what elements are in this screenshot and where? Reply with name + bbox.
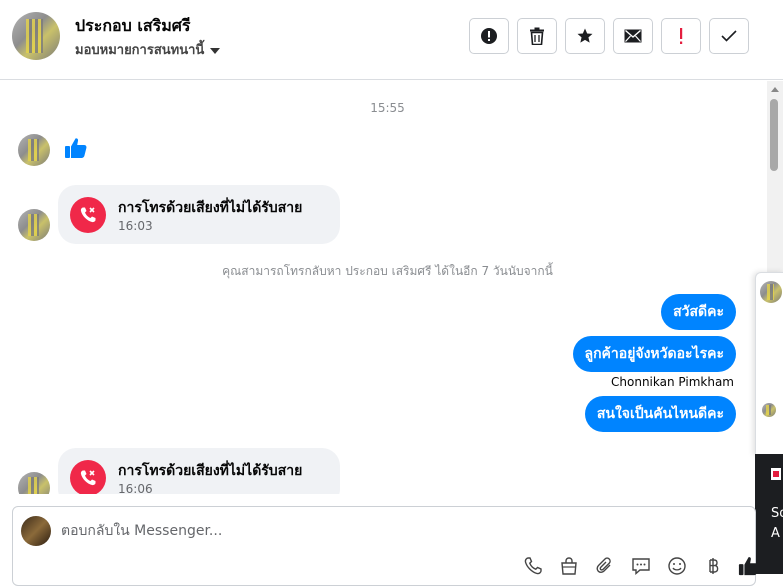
message-composer bbox=[12, 506, 759, 586]
panel-avatar-small[interactable] bbox=[762, 403, 776, 417]
missed-call-bubble[interactable]: การโทรด้วยเสียงที่ไม่ได้รับสาย 16:06 bbox=[58, 448, 340, 494]
side-panel-text: So bbox=[771, 506, 783, 521]
exclamation-icon bbox=[680, 28, 683, 44]
contact-avatar-small[interactable] bbox=[18, 209, 50, 241]
alert-circle-icon bbox=[481, 28, 497, 44]
envelope-icon bbox=[624, 29, 642, 43]
paperclip-icon[interactable] bbox=[593, 554, 617, 578]
follow-up-button[interactable] bbox=[661, 18, 701, 54]
missed-call-icon bbox=[70, 197, 106, 233]
contact-avatar-small[interactable] bbox=[18, 472, 50, 494]
thumbs-up-message bbox=[64, 136, 88, 164]
star-button[interactable] bbox=[565, 18, 605, 54]
outgoing-message[interactable]: สวัสดีคะ bbox=[661, 294, 736, 330]
contact-avatar[interactable] bbox=[12, 12, 60, 60]
phone-icon[interactable] bbox=[521, 554, 545, 578]
conversation-toolbar bbox=[469, 18, 749, 54]
mark-spam-button[interactable] bbox=[469, 18, 509, 54]
missed-call-bubble[interactable]: การโทรด้วยเสียงที่ไม่ได้รับสาย 16:03 bbox=[58, 185, 340, 244]
baht-icon[interactable] bbox=[701, 554, 725, 578]
reply-input[interactable] bbox=[61, 521, 661, 541]
saved-reply-icon[interactable] bbox=[629, 554, 653, 578]
missed-call-time: 16:06 bbox=[118, 482, 153, 494]
callback-notice: คุณสามารถโทรกลับหา ประกอบ เสริมศรี ได้ใน… bbox=[222, 264, 553, 278]
assign-conversation-dropdown[interactable]: มอบหมายการสนทนานี้ bbox=[75, 39, 221, 60]
caret-down-icon bbox=[210, 47, 221, 54]
panel-avatar[interactable] bbox=[760, 281, 782, 303]
sender-name: Chonnikan Pimkham bbox=[611, 375, 734, 389]
missed-call-icon bbox=[70, 460, 106, 494]
star-icon bbox=[577, 28, 593, 43]
scroll-up-arrow-icon[interactable] bbox=[771, 87, 779, 92]
emoji-icon[interactable] bbox=[665, 554, 689, 578]
mark-done-button[interactable] bbox=[709, 18, 749, 54]
side-panel-text: A bbox=[771, 526, 780, 541]
message-timestamp: 15:55 bbox=[370, 101, 405, 115]
thumbs-up-icon bbox=[65, 138, 87, 158]
scroll-thumb[interactable] bbox=[770, 99, 778, 171]
missed-call-title: การโทรด้วยเสียงที่ไม่ได้รับสาย bbox=[118, 200, 303, 216]
message-thread[interactable]: 15:55 การโทรด้วยเสียงที่ไม่ได้รับสาย 16:… bbox=[0, 81, 766, 494]
contact-name[interactable]: ประกอบ เสริมศรี bbox=[75, 14, 191, 39]
shopping-bag-icon[interactable] bbox=[557, 554, 581, 578]
assign-label: มอบหมายการสนทนานี้ bbox=[75, 43, 205, 58]
missed-call-time: 16:03 bbox=[118, 219, 153, 233]
missed-call-title: การโทรด้วยเสียงที่ไม่ได้รับสาย bbox=[118, 463, 303, 479]
flag-icon bbox=[771, 468, 781, 480]
conversation-header: ประกอบ เสริมศรี มอบหมายการสนทนานี้ bbox=[0, 0, 783, 80]
page-avatar bbox=[21, 516, 51, 546]
delete-button[interactable] bbox=[517, 18, 557, 54]
side-chat-panel[interactable] bbox=[755, 272, 783, 455]
composer-tools bbox=[521, 554, 761, 578]
check-icon bbox=[721, 30, 737, 42]
contact-avatar-small[interactable] bbox=[18, 134, 50, 166]
outgoing-message[interactable]: ลูกค้าอยู่จังหวัดอะไรคะ bbox=[572, 336, 736, 372]
trash-icon bbox=[530, 27, 544, 45]
mark-unread-button[interactable] bbox=[613, 18, 653, 54]
thumbs-up-icon[interactable] bbox=[737, 554, 761, 578]
outgoing-message[interactable]: สนใจเป็นคันไหนดีคะ bbox=[584, 396, 736, 432]
